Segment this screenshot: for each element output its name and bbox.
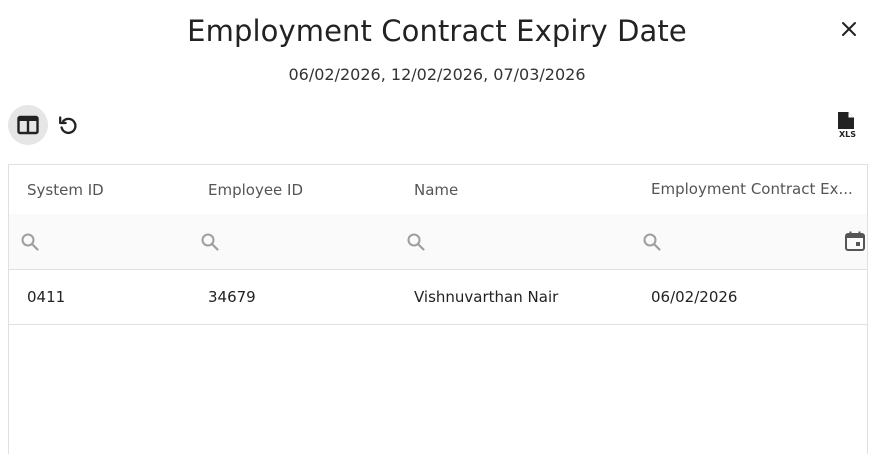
- xls-export-icon: XLS: [838, 112, 858, 139]
- view-columns-icon: [17, 115, 39, 135]
- calendar-icon[interactable]: [843, 229, 867, 253]
- close-icon: [842, 22, 856, 36]
- dialog-subtitle: 06/02/2026, 12/02/2026, 07/03/2026: [288, 65, 586, 84]
- cell-name: Vishnuvarthan Nair: [414, 287, 559, 306]
- search-icon[interactable]: [642, 232, 662, 252]
- table-row[interactable]: 0411 34679 Vishnuvarthan Nair 06/02/2026: [9, 269, 867, 325]
- filter-row: [9, 214, 867, 270]
- column-header-system-id[interactable]: System ID: [27, 165, 197, 214]
- cell-system-id: 0411: [27, 287, 66, 306]
- cell-contract-expiry: 06/02/2026: [651, 287, 738, 306]
- reset-icon: [59, 116, 77, 134]
- data-table: System ID Employee ID Name Employment Co…: [8, 164, 868, 454]
- dialog-title: Employment Contract Expiry Date: [187, 14, 687, 48]
- search-icon[interactable]: [200, 232, 220, 252]
- cell-employee-id: 34679: [208, 287, 256, 306]
- table-header-row: System ID Employee ID Name Employment Co…: [9, 165, 867, 215]
- column-header-contract-expiry[interactable]: Employment Contract Ex...: [651, 165, 853, 214]
- toggle-columns-button[interactable]: [8, 105, 48, 145]
- reset-button[interactable]: [48, 105, 88, 145]
- column-header-name[interactable]: Name: [414, 165, 639, 214]
- export-xls-button[interactable]: XLS: [832, 110, 864, 142]
- close-button[interactable]: [836, 16, 862, 42]
- search-icon[interactable]: [20, 232, 40, 252]
- xls-badge-text: XLS: [839, 130, 856, 139]
- search-icon[interactable]: [406, 232, 426, 252]
- column-header-employee-id[interactable]: Employee ID: [208, 165, 408, 214]
